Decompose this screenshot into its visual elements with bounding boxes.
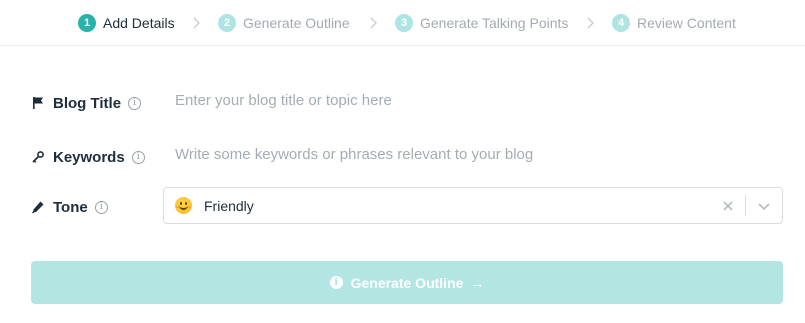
smiling-face-icon <box>175 197 192 214</box>
step-review-content[interactable]: 4 Review Content <box>612 13 736 33</box>
step-number: 3 <box>395 14 413 32</box>
step-add-details[interactable]: 1 Add Details <box>78 13 175 33</box>
step-number: 2 <box>218 14 236 32</box>
chevron-right-icon <box>370 17 377 29</box>
step-number: 4 <box>612 14 630 32</box>
generate-outline-button[interactable]: i Generate Outline → <box>31 261 783 304</box>
tone-selected-value: Friendly <box>204 198 254 214</box>
step-number: 1 <box>78 14 96 32</box>
tone-select[interactable]: Friendly <box>163 187 783 224</box>
key-icon <box>30 150 45 165</box>
step-label: Add Details <box>103 15 175 31</box>
step-generate-outline[interactable]: 2 Generate Outline <box>218 13 350 33</box>
blog-title-label: Blog Title i <box>30 93 142 113</box>
button-label: Generate Outline <box>350 274 464 291</box>
pen-icon <box>30 200 45 215</box>
step-label: Review Content <box>637 15 736 31</box>
blog-title-input[interactable] <box>163 85 783 115</box>
info-circle-icon: i <box>329 276 343 289</box>
info-icon[interactable]: i <box>128 96 142 110</box>
keywords-label: Keywords i <box>30 147 145 167</box>
select-divider <box>745 195 746 216</box>
tone-label: Tone i <box>30 197 108 217</box>
arrow-right-icon: → <box>470 274 485 291</box>
step-label: Generate Outline <box>243 15 350 31</box>
label-text: Keywords <box>53 148 125 166</box>
step-progress-bar: 1 Add Details 2 Generate Outline 3 Gener… <box>0 0 805 46</box>
info-icon[interactable]: i <box>131 150 145 164</box>
info-icon[interactable]: i <box>94 200 108 214</box>
step-label: Generate Talking Points <box>420 15 569 31</box>
flag-icon <box>30 96 45 111</box>
chevron-right-icon <box>587 17 594 29</box>
step-generate-talking-points[interactable]: 3 Generate Talking Points <box>395 13 568 33</box>
keywords-input[interactable] <box>163 139 783 169</box>
clear-icon[interactable] <box>720 197 736 215</box>
label-text: Tone <box>53 198 88 216</box>
chevron-down-icon[interactable] <box>755 197 773 215</box>
chevron-right-icon <box>193 17 200 29</box>
label-text: Blog Title <box>53 94 122 112</box>
